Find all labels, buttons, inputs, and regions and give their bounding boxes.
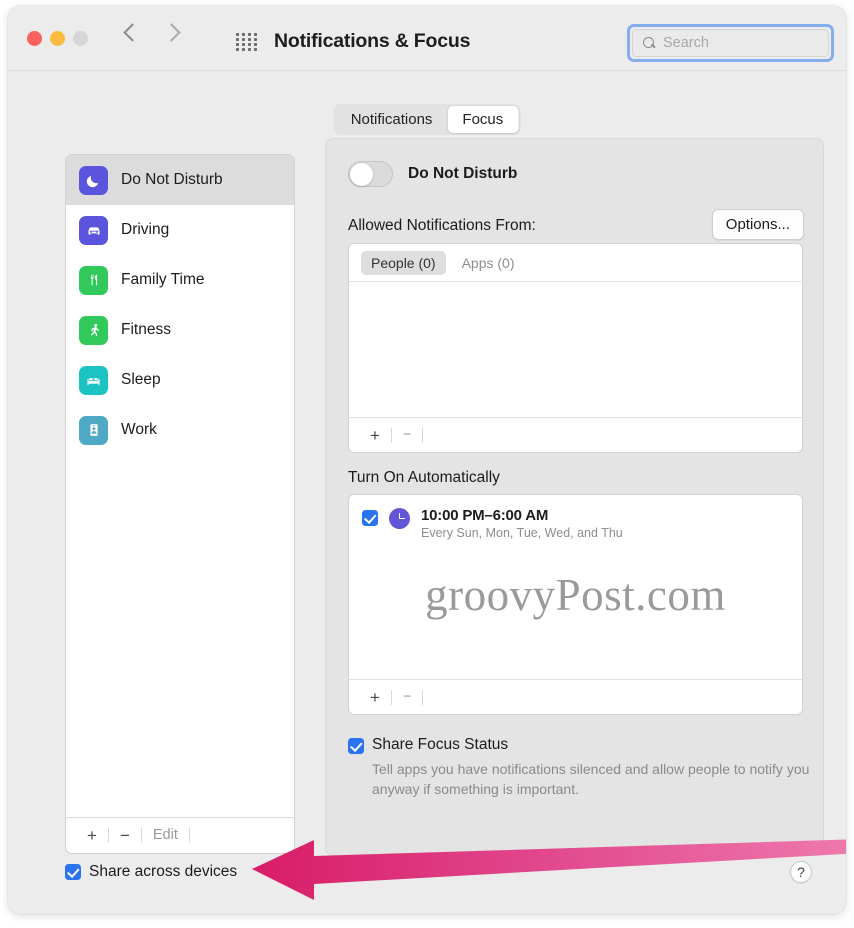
- focus-detail-panel: Do Not Disturb Allowed Notifications Fro…: [325, 138, 824, 856]
- sidebar-item-family-time[interactable]: Family Time: [66, 255, 294, 305]
- search-field-container[interactable]: Search: [627, 24, 834, 62]
- schedule-text-group: 10:00 PM–6:00 AM Every Sun, Mon, Tue, We…: [421, 507, 623, 540]
- remove-focus-button[interactable]: −: [109, 827, 141, 844]
- tab-apps[interactable]: Apps (0): [452, 251, 525, 275]
- add-schedule-button[interactable]: +: [359, 689, 391, 706]
- traffic-light-buttons: [27, 31, 88, 46]
- tab-people[interactable]: People (0): [361, 250, 446, 275]
- options-button[interactable]: Options...: [711, 209, 804, 240]
- toggle-knob: [350, 163, 373, 186]
- system-preferences-window: Notifications & Focus Search Notificatio…: [8, 6, 846, 914]
- search-input[interactable]: Search: [632, 29, 829, 57]
- allowed-list-empty: [349, 282, 802, 417]
- allowed-notifications-heading: Allowed Notifications From:: [348, 217, 536, 234]
- share-focus-status-row[interactable]: Share Focus Status: [348, 736, 508, 754]
- toolbar-separator: [422, 689, 424, 705]
- page-title: Notifications & Focus: [274, 30, 471, 52]
- share-focus-status-label: Share Focus Status: [372, 736, 509, 753]
- schedule-list-toolbar: + −: [349, 679, 802, 714]
- remove-allowed-button[interactable]: −: [392, 428, 422, 443]
- schedule-enabled-checkbox[interactable]: [362, 510, 378, 526]
- help-button[interactable]: ?: [790, 861, 812, 883]
- focus-list: Do Not Disturb Driving Family Time Fitne…: [66, 155, 294, 817]
- bed-icon: [79, 365, 108, 395]
- toolbar-separator: [422, 427, 424, 443]
- share-across-devices-checkbox[interactable]: [65, 864, 81, 880]
- sidebar-item-fitness[interactable]: Fitness: [66, 305, 294, 355]
- focus-list-box: Do Not Disturb Driving Family Time Fitne…: [65, 154, 295, 854]
- moon-icon: [79, 165, 108, 195]
- sidebar-item-do-not-disturb[interactable]: Do Not Disturb: [66, 155, 294, 205]
- allowed-list-toolbar: + −: [349, 417, 802, 452]
- allowed-notifications-box: People (0) Apps (0) + −: [348, 243, 803, 453]
- share-focus-status-checkbox[interactable]: [348, 738, 364, 754]
- zoom-window-button: [73, 31, 88, 46]
- search-placeholder: Search: [663, 35, 709, 51]
- do-not-disturb-toggle-row: Do Not Disturb: [348, 161, 517, 187]
- sidebar-item-driving[interactable]: Driving: [66, 205, 294, 255]
- share-focus-status-description: Tell apps you have notifications silence…: [372, 761, 810, 798]
- add-allowed-button[interactable]: +: [359, 427, 391, 444]
- window-titlebar: Notifications & Focus Search: [8, 6, 846, 71]
- running-person-icon: [79, 315, 108, 345]
- clock-icon: [389, 508, 410, 529]
- add-focus-button[interactable]: +: [76, 827, 108, 844]
- forward-chevron-icon[interactable]: [162, 23, 181, 42]
- schedule-time: 10:00 PM–6:00 AM: [421, 507, 549, 524]
- share-across-devices-label: Share across devices: [89, 863, 238, 880]
- schedule-list: 10:00 PM–6:00 AM Every Sun, Mon, Tue, We…: [349, 495, 802, 679]
- sidebar-item-label: Work: [121, 421, 157, 438]
- sidebar-item-label: Sleep: [121, 371, 161, 388]
- focus-sidebar-column: Do Not Disturb Driving Family Time Fitne…: [30, 138, 295, 890]
- sidebar-item-label: Family Time: [121, 271, 205, 288]
- segmented-tab-control: Notifications Focus: [333, 104, 521, 135]
- sidebar-item-sleep[interactable]: Sleep: [66, 355, 294, 405]
- navigation-arrows: [123, 23, 181, 42]
- sidebar-item-label: Do Not Disturb: [121, 171, 223, 188]
- schedule-days: Every Sun, Mon, Tue, Wed, and Thu: [421, 526, 623, 540]
- close-window-button[interactable]: [27, 31, 42, 46]
- sidebar-item-label: Driving: [121, 221, 170, 238]
- do-not-disturb-toggle[interactable]: [348, 161, 393, 187]
- turn-on-automatically-box: 10:00 PM–6:00 AM Every Sun, Mon, Tue, We…: [348, 494, 803, 715]
- turn-on-automatically-heading: Turn On Automatically: [348, 469, 500, 486]
- remove-schedule-button[interactable]: −: [392, 690, 422, 705]
- show-all-grid-icon[interactable]: [236, 33, 258, 51]
- minimize-window-button[interactable]: [50, 31, 65, 46]
- fork-knife-icon: [79, 265, 108, 295]
- do-not-disturb-toggle-label: Do Not Disturb: [408, 165, 518, 182]
- toolbar-separator: [188, 828, 190, 843]
- allowed-tab-bar: People (0) Apps (0): [349, 244, 802, 282]
- car-icon: [79, 215, 108, 245]
- tab-focus[interactable]: Focus: [447, 106, 519, 133]
- watermark: groovyPost.com: [425, 570, 726, 620]
- search-icon: [643, 36, 656, 50]
- share-across-devices-row[interactable]: Share across devices: [65, 863, 237, 881]
- sidebar-item-work[interactable]: Work: [66, 405, 294, 455]
- edit-focus-button[interactable]: Edit: [142, 828, 189, 843]
- preferences-content: Do Not Disturb Driving Family Time Fitne…: [30, 138, 824, 890]
- sidebar-item-label: Fitness: [121, 321, 171, 338]
- focus-list-toolbar: + − Edit: [66, 817, 294, 853]
- tab-notifications[interactable]: Notifications: [336, 106, 448, 133]
- back-chevron-icon[interactable]: [123, 23, 142, 42]
- id-badge-icon: [79, 415, 108, 445]
- schedule-list-item[interactable]: 10:00 PM–6:00 AM Every Sun, Mon, Tue, We…: [349, 495, 802, 540]
